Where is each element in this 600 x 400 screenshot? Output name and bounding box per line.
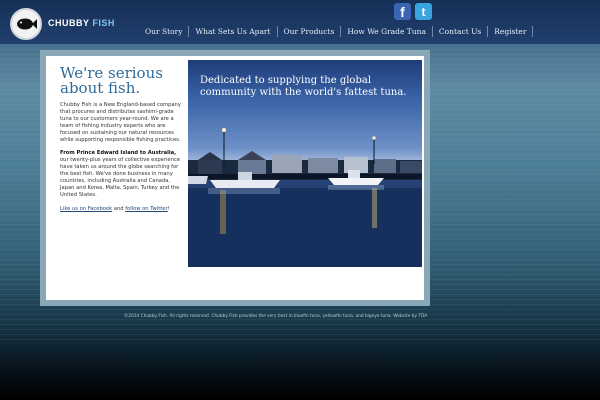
intro-paragraph: Chubby Fish is a New England-based compa… bbox=[60, 102, 181, 143]
social-text-links: Like us on Facebook and follow on Twitte… bbox=[60, 206, 170, 212]
content-panel: We're serious about fish. Chubby Fish is… bbox=[40, 50, 430, 306]
twitter-link[interactable]: follow on Twitter bbox=[125, 206, 167, 212]
nav-what-sets-us-apart[interactable]: What Sets Us Apart bbox=[189, 26, 278, 37]
nav-our-story[interactable]: Our Story bbox=[139, 26, 190, 37]
main-nav: Our Story What Sets Us Apart Our Product… bbox=[139, 26, 534, 37]
facebook-icon[interactable]: f bbox=[394, 3, 411, 20]
reach-text: our twenty-plus years of collective expe… bbox=[60, 157, 180, 198]
facebook-link[interactable]: Like us on Facebook bbox=[60, 206, 112, 212]
fish-logo-icon bbox=[10, 8, 42, 40]
about-column: We're serious about fish. Chubby Fish is… bbox=[60, 64, 184, 213]
site-header: CHUBBY FISH f t Our Story What Sets Us A… bbox=[0, 0, 600, 44]
logo[interactable]: CHUBBY FISH bbox=[10, 8, 115, 40]
nav-how-we-grade-tuna[interactable]: How We Grade Tuna bbox=[341, 26, 433, 37]
page-headline: We're serious about fish. bbox=[60, 64, 163, 97]
hero-caption: Dedicated to supplying the global commun… bbox=[200, 75, 407, 98]
footer-text: ©2014 Chubby Fish. All rights reserved. … bbox=[124, 314, 428, 319]
reach-heading: From Prince Edward Island to Australia, bbox=[60, 150, 177, 156]
nav-our-products[interactable]: Our Products bbox=[278, 26, 342, 37]
reach-paragraph: From Prince Edward Island to Australia, … bbox=[60, 150, 184, 199]
social-links: f t bbox=[394, 3, 432, 20]
nav-contact-us[interactable]: Contact Us bbox=[433, 26, 489, 37]
brand-name: CHUBBY FISH bbox=[48, 18, 115, 28]
twitter-icon[interactable]: t bbox=[415, 3, 432, 20]
hero-photo: Dedicated to supplying the global commun… bbox=[188, 60, 422, 267]
nav-register[interactable]: Register bbox=[488, 26, 534, 37]
